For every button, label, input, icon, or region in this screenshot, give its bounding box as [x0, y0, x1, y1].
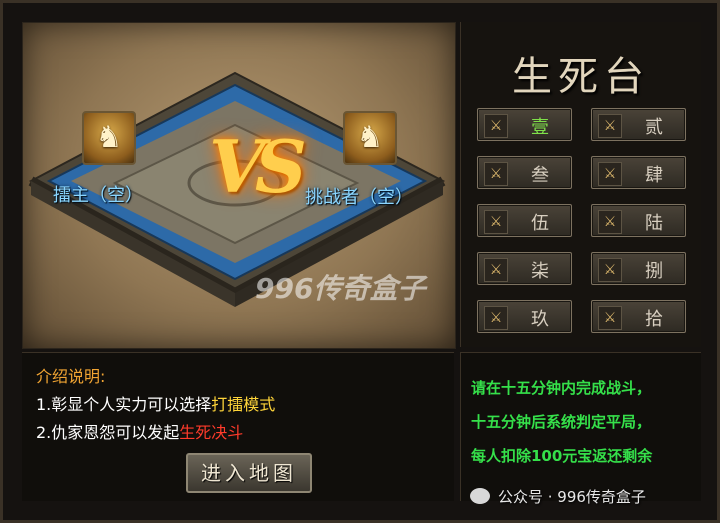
- stage-button-9[interactable]: ⚔ 玖: [477, 300, 572, 333]
- sword-icon: ⚔: [484, 114, 508, 138]
- enter-map-button[interactable]: 进入地图: [186, 453, 312, 493]
- rule-line-3: 每人扣除100元宝返还剩余: [471, 447, 653, 465]
- intro-line-2: 2.仇家恩怨可以发起生死决斗: [36, 419, 243, 443]
- rules-panel: 请在十五分钟内完成战斗， 十五分钟后系统判定平局， 每人扣除100元宝返还剩余: [460, 352, 701, 501]
- sword-icon: ⚔: [598, 258, 622, 282]
- stage-button-7[interactable]: ⚔ 柒: [477, 252, 572, 285]
- sword-icon: ⚔: [598, 162, 622, 186]
- stage-label: 玖: [531, 309, 549, 330]
- sword-icon: ⚔: [598, 306, 622, 330]
- stage-label: 壹: [531, 117, 549, 138]
- rule-line-2: 十五分钟后系统判定平局，: [471, 413, 652, 431]
- stage-label: 柒: [531, 261, 549, 282]
- wechat-watermark: 公众号 · 996传奇盒子: [470, 486, 646, 507]
- warrior-icon: ♞: [95, 120, 123, 155]
- stage-label: 肆: [645, 165, 663, 186]
- stage-button-8[interactable]: ⚔ 捌: [591, 252, 686, 285]
- defender-label: 擂主（空）: [53, 185, 143, 206]
- panel-title: 生死台: [512, 54, 650, 100]
- sword-icon: ⚔: [484, 258, 508, 282]
- duel-mode-highlight: 生死决斗: [179, 423, 244, 442]
- arena-panel: ♞ 擂主（空） ♞ 挑战者（空） VS 996传奇盒子: [22, 22, 456, 349]
- warrior-icon: ♞: [356, 120, 384, 155]
- sword-icon: ⚔: [484, 306, 508, 330]
- wechat-icon: [470, 488, 490, 504]
- challenger-label: 挑战者（空）: [305, 187, 413, 208]
- challenger-seat[interactable]: ♞: [343, 111, 397, 165]
- stage-label: 拾: [645, 309, 663, 330]
- intro-line-1: 1.彰显个人实力可以选择打擂模式: [36, 391, 275, 415]
- stage-label: 叁: [531, 165, 549, 186]
- intro-panel: 介绍说明: 1.彰显个人实力可以选择打擂模式 2.仇家恩怨可以发起生死决斗 进入…: [22, 352, 454, 501]
- intro-line-1-text: 1.彰显个人实力可以选择: [36, 395, 212, 414]
- stage-label: 贰: [645, 117, 663, 138]
- sword-icon: ⚔: [598, 114, 622, 138]
- intro-line-2-text: 2.仇家恩怨可以发起: [36, 423, 180, 442]
- watermark-logo: 996传奇盒子: [255, 272, 426, 305]
- stage-button-4[interactable]: ⚔ 肆: [591, 156, 686, 189]
- stage-button-6[interactable]: ⚔ 陆: [591, 204, 686, 237]
- intro-title: 介绍说明:: [36, 367, 106, 386]
- stage-button-2[interactable]: ⚔ 贰: [591, 108, 686, 141]
- stage-button-3[interactable]: ⚔ 叁: [477, 156, 572, 189]
- sword-icon: ⚔: [598, 210, 622, 234]
- stage-button-5[interactable]: ⚔ 伍: [477, 204, 572, 237]
- stage-button-1[interactable]: ⚔ 壹: [477, 108, 572, 141]
- sword-icon: ⚔: [484, 210, 508, 234]
- stage-panel: 生死台 ⚔ 壹 ⚔ 贰 ⚔ 叁 ⚔ 肆 ⚔ 伍 ⚔ 陆 ⚔ 柒 ⚔ 捌 ⚔ 玖 …: [460, 22, 701, 347]
- defender-seat[interactable]: ♞: [82, 111, 136, 165]
- stage-label: 伍: [531, 213, 549, 234]
- stage-label: 捌: [645, 261, 663, 282]
- stage-button-10[interactable]: ⚔ 拾: [591, 300, 686, 333]
- challenge-mode-highlight: 打擂模式: [211, 395, 276, 414]
- vs-emblem: VS: [209, 124, 307, 209]
- wechat-text: 公众号 · 996传奇盒子: [498, 488, 646, 506]
- rule-line-1: 请在十五分钟内完成战斗，: [471, 379, 652, 397]
- sword-icon: ⚔: [484, 162, 508, 186]
- stage-label: 陆: [645, 213, 663, 234]
